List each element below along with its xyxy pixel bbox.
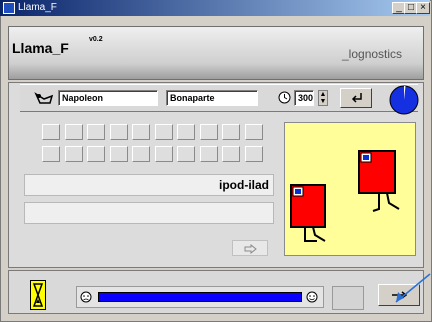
hourglass-badge: [30, 280, 46, 310]
time-field[interactable]: 300: [294, 90, 314, 106]
tile-grid: (function(){ var g=document.currentScrip…: [42, 124, 264, 162]
llama-figure-left: [290, 184, 326, 242]
arrow-right-icon: [244, 244, 257, 254]
tile[interactable]: [42, 146, 60, 162]
tile[interactable]: [42, 124, 60, 140]
tile[interactable]: [132, 124, 150, 140]
enter-icon: [351, 93, 362, 103]
app-version: v0.2: [89, 36, 103, 43]
score-box: [332, 286, 364, 310]
word-display: ipod-ilad: [24, 174, 274, 196]
close-icon: ×: [420, 2, 426, 13]
tile[interactable]: [199, 146, 218, 162]
progress-fill: [99, 293, 301, 301]
tile[interactable]: [64, 146, 83, 162]
picture-area: [284, 122, 416, 256]
tile[interactable]: [244, 146, 263, 162]
llama-figures: [290, 150, 400, 242]
reader-icon: [34, 92, 54, 104]
stepper-down-icon[interactable]: ▼: [319, 98, 327, 105]
minimize-icon: _: [396, 2, 402, 13]
llama-figure-right: [358, 150, 400, 212]
happy-face-icon: [306, 291, 318, 303]
window-title: Llama_F: [18, 2, 57, 13]
tile[interactable]: [244, 124, 263, 140]
tile[interactable]: [177, 146, 195, 162]
progress-track: [98, 292, 302, 302]
tile[interactable]: [154, 146, 173, 162]
time-stepper[interactable]: ▲ ▼: [318, 90, 328, 106]
tile[interactable]: [132, 146, 150, 162]
tile[interactable]: [64, 124, 83, 140]
first-name-field[interactable]: Napoleon: [58, 90, 158, 106]
title-bar[interactable]: [0, 0, 430, 16]
sad-face-icon: [80, 291, 92, 303]
app-name: Llama_F: [12, 40, 69, 56]
tile[interactable]: [199, 124, 218, 140]
next-button[interactable]: [232, 240, 268, 256]
clock-icon: [278, 91, 291, 104]
timer-pie: [389, 85, 419, 115]
brand-label: _lognostics: [342, 47, 403, 61]
tile[interactable]: [154, 124, 173, 140]
tile[interactable]: [87, 124, 105, 140]
answer-bar[interactable]: [24, 202, 274, 224]
tile[interactable]: [222, 124, 240, 140]
tile[interactable]: [177, 124, 195, 140]
close-button[interactable]: ×: [416, 2, 430, 14]
maximize-icon: □: [407, 2, 415, 13]
tile[interactable]: [109, 124, 128, 140]
tile[interactable]: [87, 146, 105, 162]
hourglass-icon: [32, 283, 44, 307]
tile[interactable]: [222, 146, 240, 162]
tile[interactable]: [109, 146, 128, 162]
last-name-field[interactable]: Bonaparte: [166, 90, 258, 106]
word-text: ipod-ilad: [219, 178, 269, 192]
cursor-arrow-icon: [395, 273, 431, 303]
enter-button[interactable]: [340, 88, 372, 108]
app-icon: [3, 2, 15, 14]
stepper-up-icon[interactable]: ▲: [319, 91, 327, 98]
